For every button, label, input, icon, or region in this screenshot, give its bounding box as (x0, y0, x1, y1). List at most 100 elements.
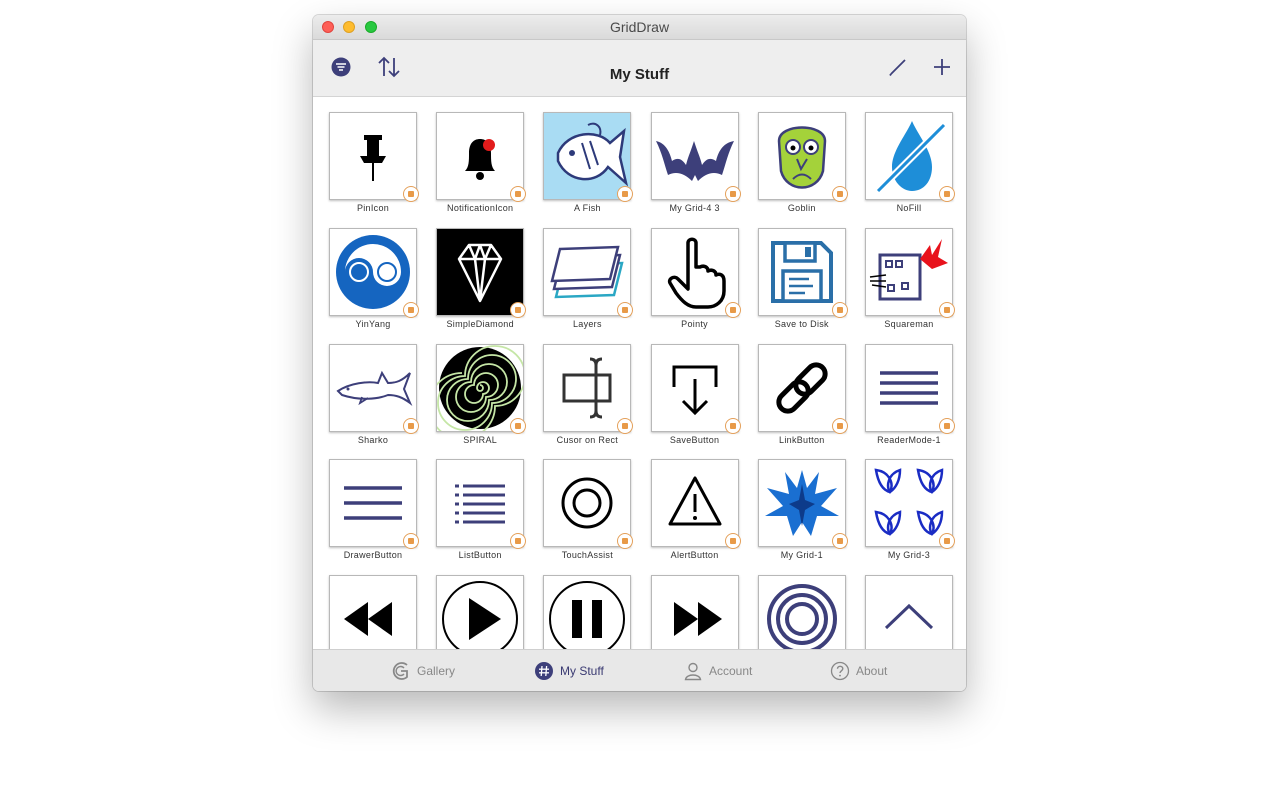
play-icon (442, 581, 519, 649)
tab-my-stuff-label: My Stuff (560, 664, 604, 678)
grid-item-label: ReaderMode-1 (877, 434, 941, 445)
add-button[interactable] (927, 52, 957, 82)
grid-item-label: My Grid-3 (887, 550, 931, 561)
grid-item-thumbnail[interactable] (650, 343, 739, 432)
grid-hash-icon (535, 662, 553, 680)
title-bar[interactable]: GridDraw (313, 15, 966, 40)
grid-item-thumbnail[interactable] (543, 343, 632, 432)
list-icon (455, 484, 506, 524)
share-badge-icon[interactable] (724, 417, 741, 434)
grid-item-thumbnail[interactable] (543, 227, 632, 316)
share-badge-icon[interactable] (724, 533, 741, 550)
grid-item-label: ListButton (458, 550, 502, 561)
spiral-icon (437, 344, 524, 431)
grid-item-label: Save to Disk (774, 318, 829, 329)
grid-item-thumbnail[interactable] (543, 575, 632, 649)
grid-item-thumbnail[interactable] (650, 459, 739, 548)
pencil-icon (889, 59, 906, 76)
grid-item-label: Cusor on Rect (556, 434, 619, 445)
grid-item-thumbnail[interactable] (865, 227, 953, 316)
tab-about[interactable]: About (830, 650, 887, 691)
edit-button[interactable] (883, 52, 913, 82)
grid-item-label: Pointy (681, 318, 708, 329)
grid-item-thumbnail[interactable] (757, 343, 846, 432)
grid-item-thumbnail[interactable] (865, 343, 953, 432)
grid-item-thumbnail[interactable] (329, 459, 417, 548)
share-badge-icon[interactable] (831, 417, 848, 434)
grid-item-thumbnail[interactable] (329, 112, 417, 200)
share-badge-icon[interactable] (403, 301, 419, 318)
tab-gallery[interactable]: Gallery (391, 650, 455, 691)
grid-item-thumbnail[interactable] (436, 459, 525, 548)
grid-item-thumbnail[interactable] (543, 112, 632, 200)
share-badge-icon[interactable] (939, 301, 955, 318)
floppy-disk-icon (770, 240, 833, 303)
grid-item-thumbnail[interactable] (436, 227, 525, 316)
grid-item-thumbnail[interactable] (757, 227, 846, 316)
grid-item-thumbnail[interactable] (329, 575, 417, 649)
tab-gallery-label: Gallery (417, 664, 456, 678)
pointing-hand-icon (667, 237, 726, 309)
share-badge-icon[interactable] (831, 186, 848, 202)
grid-item-thumbnail[interactable] (436, 575, 525, 649)
chevron-up-icon (884, 604, 934, 630)
share-badge-icon[interactable] (510, 301, 527, 318)
blue-phoenix-icon (764, 470, 839, 537)
shark-icon (336, 370, 413, 406)
grid-item-thumbnail[interactable] (757, 575, 846, 649)
grid-item-label: NoFill (896, 203, 922, 213)
grid-item-label: Sharko (357, 434, 389, 445)
grid-item-label: AlertButton (670, 550, 719, 561)
grid-item-thumbnail[interactable] (436, 112, 525, 200)
grid-item-label: Layers (572, 318, 602, 329)
grid-item-thumbnail[interactable] (865, 575, 953, 649)
app-window: GridDraw My Stuff PinIcon NotificationIc… (313, 15, 966, 691)
share-badge-icon[interactable] (724, 301, 741, 318)
save-arrow-icon (672, 365, 718, 415)
grid-item-label: Squareman (884, 318, 934, 329)
squareman-icon (869, 238, 948, 301)
grid-scroll-area[interactable]: PinIcon NotificationIcon A Fish My Grid-4 3… (313, 97, 966, 649)
grid-item-label: My Grid-4 3 (669, 203, 720, 213)
grid-item-thumbnail[interactable] (329, 343, 417, 432)
grid-item-thumbnail[interactable] (329, 227, 417, 316)
share-badge-icon[interactable] (939, 186, 955, 202)
share-badge-icon[interactable] (510, 417, 527, 434)
grid-item-label: Goblin (787, 203, 816, 213)
share-badge-icon[interactable] (403, 417, 419, 434)
share-badge-icon[interactable] (617, 417, 634, 434)
toolbar: My Stuff (313, 40, 966, 97)
share-badge-icon[interactable] (724, 186, 741, 202)
concentric-circles-icon (766, 584, 837, 649)
goblin-icon (777, 126, 827, 189)
share-badge-icon[interactable] (831, 301, 848, 318)
grid-item-label: TouchAssist (561, 550, 614, 561)
plus-icon (934, 59, 950, 75)
share-badge-icon[interactable] (939, 417, 955, 434)
tab-account[interactable]: Account (683, 650, 752, 691)
grid-item-thumbnail[interactable] (865, 112, 953, 200)
grid-item-thumbnail[interactable] (865, 459, 953, 548)
question-icon (830, 661, 850, 681)
share-badge-icon[interactable] (403, 186, 419, 202)
link-icon (776, 361, 828, 414)
grid-item-label: DrawerButton (343, 550, 403, 561)
toolbar-title: My Stuff (609, 66, 670, 83)
no-fill-drop-icon (876, 121, 946, 193)
grid-item-label: A Fish (573, 203, 601, 213)
grid-item-label: My Grid-1 (780, 550, 823, 561)
tab-my-stuff[interactable]: My Stuff (534, 650, 604, 691)
fish-icon (544, 113, 631, 199)
fast-forward-icon (673, 602, 722, 637)
grid-item-thumbnail[interactable] (650, 227, 739, 316)
grid-item-thumbnail[interactable] (650, 112, 739, 200)
pause-icon (549, 581, 626, 649)
grid-item-thumbnail[interactable] (543, 459, 632, 548)
grid-item-thumbnail[interactable] (757, 112, 846, 200)
tab-account-label: Account (709, 664, 753, 678)
drawer-icon (344, 486, 402, 521)
grid-item-thumbnail[interactable] (650, 575, 739, 649)
grid-item-thumbnail[interactable] (436, 343, 525, 432)
grid-item-thumbnail[interactable] (757, 459, 846, 548)
person-icon (684, 662, 702, 681)
